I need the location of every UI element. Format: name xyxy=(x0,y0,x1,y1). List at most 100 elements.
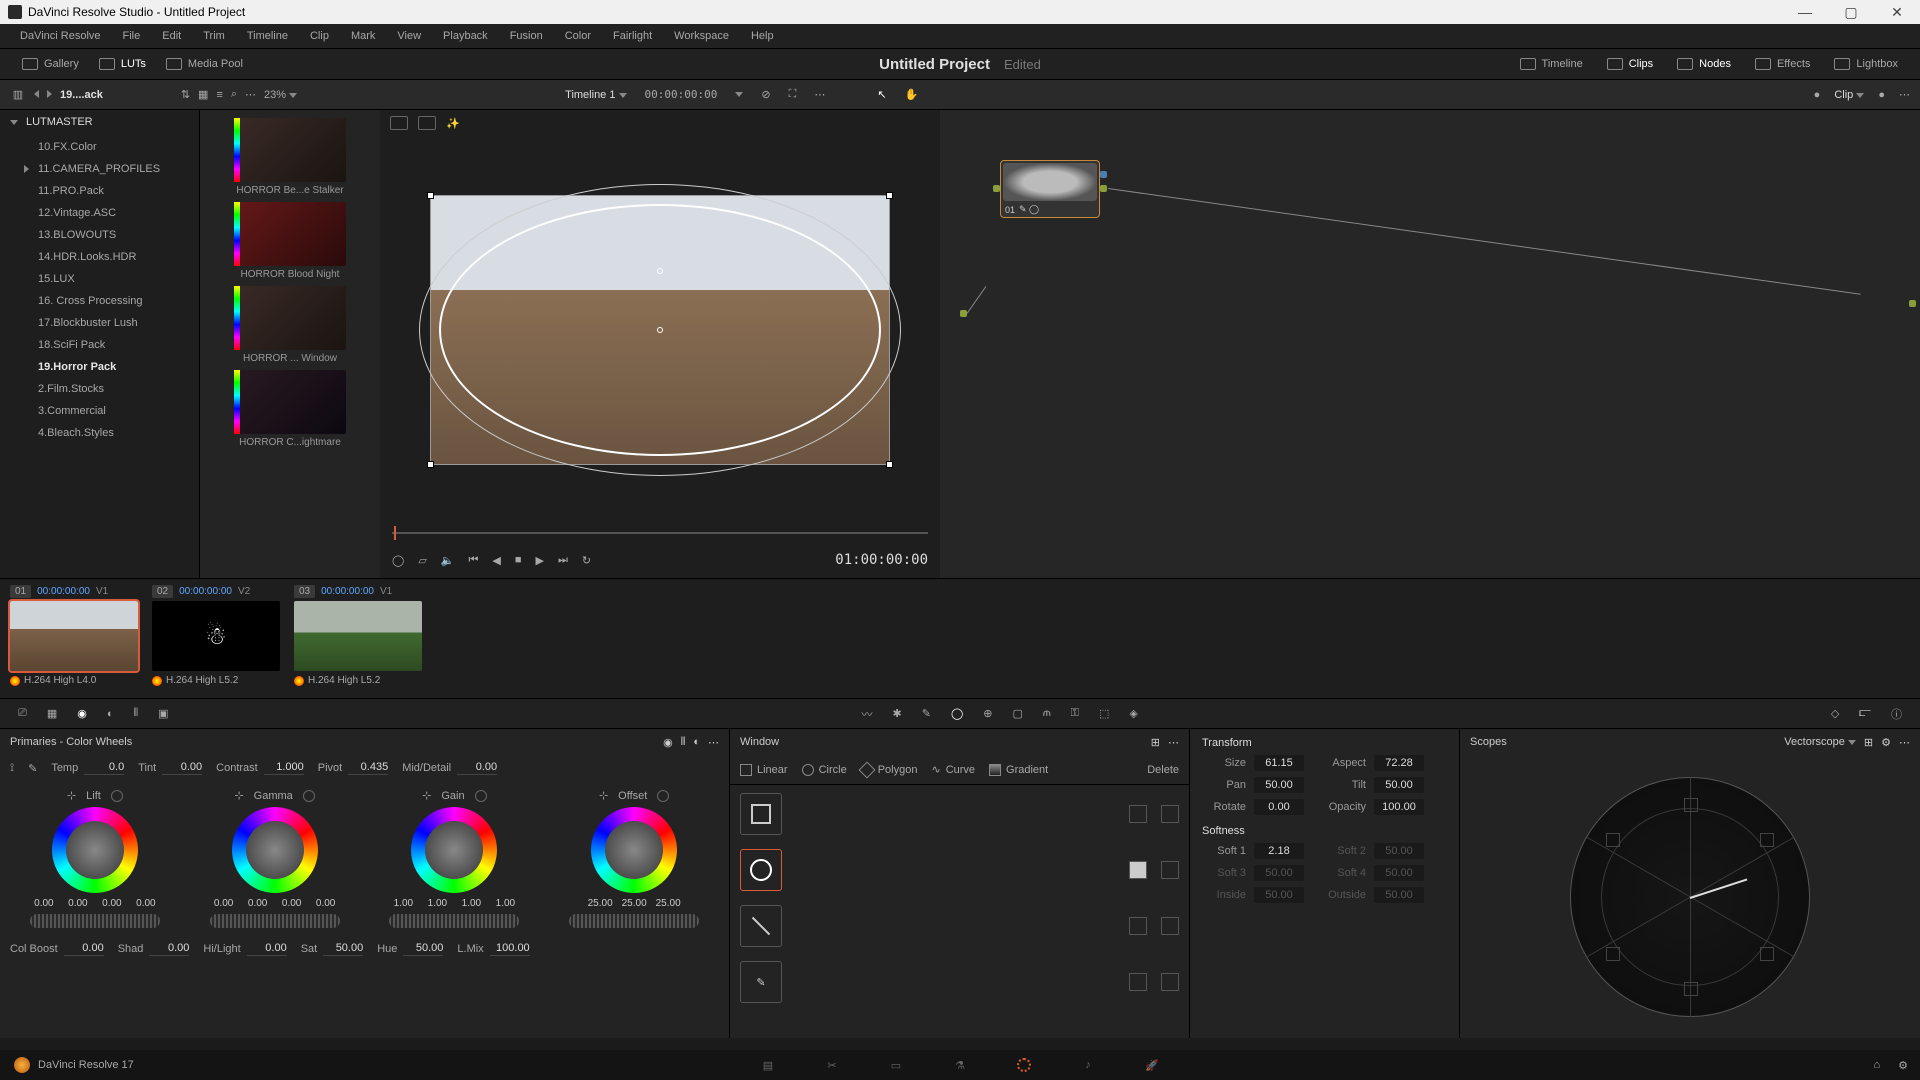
loop-icon[interactable]: ↻ xyxy=(582,554,591,567)
picker-icon[interactable]: ⊹ xyxy=(599,789,608,802)
menu-color[interactable]: Color xyxy=(555,27,601,45)
window-opacity[interactable]: 100.00 xyxy=(1374,799,1424,815)
warper-icon[interactable]: ✱ xyxy=(893,707,902,720)
window-size[interactable]: 61.15 xyxy=(1254,755,1304,771)
window-tilt[interactable]: 50.00 xyxy=(1374,777,1424,793)
reset-icon[interactable] xyxy=(475,790,487,802)
lut-tree-header[interactable]: LUTMASTER xyxy=(0,110,199,134)
tracker-icon[interactable]: ⊕ xyxy=(983,707,992,720)
window-soft1[interactable]: 2.18 xyxy=(1254,843,1304,859)
gamma-jog[interactable] xyxy=(210,914,340,928)
node-input-dot[interactable] xyxy=(960,310,967,317)
expand-icon[interactable]: ⛶ xyxy=(789,88,797,101)
window-row-circle[interactable] xyxy=(740,849,1179,891)
window-rotate[interactable]: 0.00 xyxy=(1254,799,1304,815)
step-back-icon[interactable]: ◀ xyxy=(492,554,500,567)
hdr-icon[interactable]: ◐ xyxy=(107,708,114,720)
tc-dropdown-icon[interactable] xyxy=(735,92,743,97)
wheel-value[interactable]: 0.00 xyxy=(243,898,273,909)
window-invert-toggle[interactable] xyxy=(1129,973,1147,991)
clips-button[interactable]: Clips xyxy=(1597,54,1663,74)
split-view-icon[interactable] xyxy=(418,116,436,130)
colboost-value[interactable]: 0.00 xyxy=(64,942,104,956)
window-aspect[interactable]: 72.28 xyxy=(1374,755,1424,771)
home-icon[interactable]: ⌂ xyxy=(1873,1059,1880,1072)
lut-folder-item[interactable]: 14.HDR.Looks.HDR xyxy=(0,246,199,268)
menu-mark[interactable]: Mark xyxy=(341,27,385,45)
mediapool-button[interactable]: Media Pool xyxy=(156,54,253,74)
delete-window-button[interactable]: Delete xyxy=(1147,764,1179,776)
minimize-button[interactable]: — xyxy=(1782,0,1828,24)
search-icon[interactable]: ⌕ xyxy=(231,88,237,101)
lut-thumbnail[interactable]: HORROR Be...e Stalker xyxy=(214,118,366,196)
wheel-value[interactable]: 0.00 xyxy=(97,898,127,909)
grid-view-icon[interactable]: ▦ xyxy=(198,88,208,101)
contrast-value[interactable]: 1.000 xyxy=(264,761,304,775)
wheel-value[interactable]: 25.00 xyxy=(619,898,649,909)
window-anchor-top[interactable] xyxy=(657,268,663,274)
stop-icon[interactable]: ■ xyxy=(515,554,522,566)
scope-settings-icon[interactable]: ⚙ xyxy=(1881,736,1891,749)
hue-value[interactable]: 50.00 xyxy=(403,942,443,956)
auto-balance-icon[interactable]: ⟟ xyxy=(10,762,14,775)
wheel-value[interactable]: 1.00 xyxy=(490,898,520,909)
lut-folder-item[interactable]: 13.BLOWOUTS xyxy=(0,224,199,246)
lut-folder-item[interactable]: 2.Film.Stocks xyxy=(0,378,199,400)
node-alpha-out[interactable] xyxy=(1100,171,1107,178)
window-mask-toggle[interactable] xyxy=(1161,861,1179,879)
viewer-more-icon[interactable]: ⋯ xyxy=(814,88,825,101)
gain-wheel[interactable] xyxy=(411,807,497,893)
lift-wheel[interactable] xyxy=(52,807,138,893)
lut-thumbnail[interactable]: HORROR C...ightmare xyxy=(214,370,366,448)
pivot-value[interactable]: 0.435 xyxy=(348,761,388,775)
clip-item[interactable]: 0200:00:00:00V2 ☃ H.264 High L5.2 xyxy=(152,585,284,692)
wheel-value[interactable]: 1.00 xyxy=(388,898,418,909)
fusion-page-icon[interactable]: ⚗ xyxy=(950,1057,970,1073)
lut-folder-item[interactable]: 10.FX.Color xyxy=(0,136,199,158)
lut-folder-item[interactable]: 3.Commercial xyxy=(0,400,199,422)
qualifier-icon[interactable]: ✎ xyxy=(922,707,931,720)
lut-folder-item[interactable]: 11.CAMERA_PROFILES xyxy=(0,158,199,180)
gamma-wheel[interactable] xyxy=(232,807,318,893)
hand-tool-icon[interactable]: ✋ xyxy=(905,88,919,101)
pointer-tool-icon[interactable]: ↖ xyxy=(877,88,886,101)
window-palette-icon[interactable]: ◯ xyxy=(951,707,963,720)
node-graph[interactable]: 01✎ ◯ xyxy=(940,110,1920,578)
menu-workspace[interactable]: Workspace xyxy=(664,27,739,45)
node-output-dot[interactable] xyxy=(1909,300,1916,307)
reset-icon[interactable] xyxy=(111,790,123,802)
viewer-scrubber[interactable] xyxy=(380,524,940,542)
vectorscope[interactable] xyxy=(1570,777,1810,1017)
zoom-dropdown[interactable]: 23% xyxy=(264,89,297,101)
lift-jog[interactable] xyxy=(30,914,160,928)
list-view-icon[interactable]: ≡ xyxy=(216,89,222,101)
node-more-icon[interactable]: ⋯ xyxy=(1899,88,1910,101)
nodes-button[interactable]: Nodes xyxy=(1667,54,1741,74)
scope-mode-dropdown[interactable]: Vectorscope xyxy=(1784,736,1856,748)
window-handle-bl[interactable] xyxy=(427,461,434,468)
reset-icon[interactable] xyxy=(303,790,315,802)
menu-edit[interactable]: Edit xyxy=(152,27,191,45)
lut-thumbnail[interactable]: HORROR Blood Night xyxy=(214,202,366,280)
window-more-icon[interactable]: ⋯ xyxy=(1168,736,1179,749)
window-invert-toggle[interactable] xyxy=(1129,805,1147,823)
lut-folder-item[interactable]: 4.Bleach.Styles xyxy=(0,422,199,444)
maximize-button[interactable]: ▢ xyxy=(1828,0,1874,24)
wheel-value[interactable]: 1.00 xyxy=(422,898,452,909)
reset-icon[interactable] xyxy=(657,790,669,802)
menu-playback[interactable]: Playback xyxy=(433,27,498,45)
window-row-linear[interactable] xyxy=(740,793,1179,835)
motion-effects-icon[interactable]: ▣ xyxy=(158,707,168,720)
menu-timeline[interactable]: Timeline xyxy=(237,27,298,45)
camera-raw-icon[interactable]: ⎚ xyxy=(18,707,27,720)
window-handle-br[interactable] xyxy=(886,461,893,468)
close-button[interactable]: ✕ xyxy=(1874,0,1920,24)
temp-value[interactable]: 0.0 xyxy=(84,761,124,775)
pick-white-icon[interactable]: ✎ xyxy=(28,762,37,775)
gain-jog[interactable] xyxy=(389,914,519,928)
add-gradient-window[interactable]: Gradient xyxy=(989,764,1048,776)
luts-button[interactable]: LUTs xyxy=(89,54,156,74)
effects-button[interactable]: Effects xyxy=(1745,54,1820,74)
more-icon[interactable]: ⋯ xyxy=(245,88,256,101)
tint-value[interactable]: 0.00 xyxy=(162,761,202,775)
